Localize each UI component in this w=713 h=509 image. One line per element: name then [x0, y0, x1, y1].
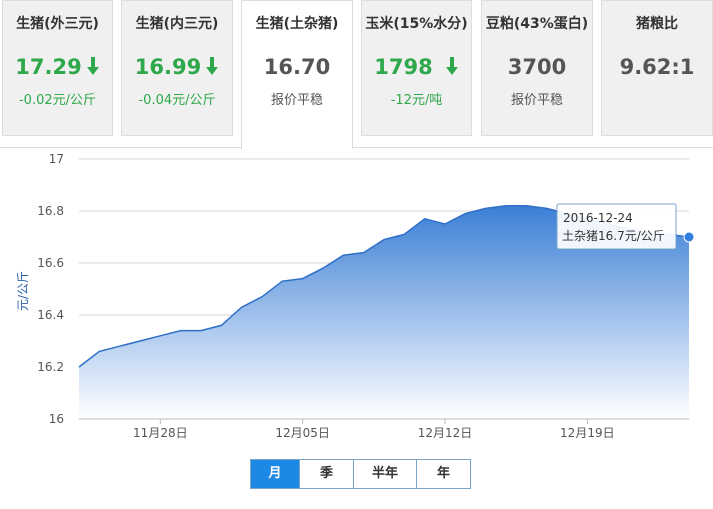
x-tick-label: 12月12日	[418, 426, 473, 440]
time-range-selector: 月 季 半年 年	[250, 459, 471, 489]
tab-title: 猪粮比	[636, 16, 678, 32]
down-arrow-icon	[86, 57, 99, 75]
y-tick-label: 16	[49, 412, 64, 426]
tab-price: 16.70	[263, 55, 331, 79]
price-chart-panel: 16 16.2 16.4 16.6 16.8 17 11月28日 12月05日 12月12日 1…	[0, 147, 713, 509]
x-tick-label: 12月05日	[275, 426, 330, 440]
tab-change: 报价平稳	[270, 93, 323, 108]
tooltip-date: 2016-12-24	[563, 211, 633, 225]
tab-price: 3700	[507, 55, 567, 79]
price-area-chart: 16 16.2 16.4 16.6 16.8 17 11月28日 12月05日 12月12日 1…	[16, 152, 695, 440]
tab-soybean-meal[interactable]: 豆粕(43%蛋白) 3700 报价平稳	[481, 0, 593, 136]
tab-pig-inner-ternary[interactable]: 生猪(内三元) 16.99 -0.04元/公斤	[121, 0, 233, 136]
tab-pig-mixed-breed[interactable]: 生猪(土杂猪) 16.70 报价平稳	[241, 0, 353, 149]
tab-change: -0.02元/公斤	[18, 93, 97, 108]
tooltip-value: 土杂猪16.7元/公斤	[562, 229, 665, 243]
tab-price: 16.99	[134, 55, 202, 79]
x-tick-label: 11月28日	[133, 426, 188, 440]
tab-hog-grain-ratio[interactable]: 猪粮比 9.62:1	[601, 0, 713, 136]
tab-change: 报价平稳	[510, 93, 563, 108]
tab-change: -12元/吨	[390, 93, 443, 108]
tab-pig-outer-ternary[interactable]: 生猪(外三元) 17.29 -0.02元/公斤	[2, 0, 113, 136]
range-year-button[interactable]: 年	[416, 460, 470, 488]
tab-price: 9.62:1	[619, 55, 695, 79]
y-tick-label: 17	[49, 152, 64, 166]
tab-price: 1798	[374, 55, 433, 79]
range-month-button[interactable]: 月	[251, 460, 299, 488]
y-tick-label: 16.8	[37, 204, 64, 218]
y-axis-label: 元/公斤	[16, 271, 30, 311]
down-arrow-icon	[445, 57, 458, 75]
y-tick-label: 16.4	[37, 308, 64, 322]
tab-title: 玉米(15%水分)	[365, 16, 468, 32]
tab-corn[interactable]: 玉米(15%水分) 1798 -12元/吨	[361, 0, 472, 136]
down-arrow-icon	[206, 57, 219, 75]
commodity-tabs: 生猪(外三元) 17.29 -0.02元/公斤 生猪(内三元) 16.99 -0…	[0, 0, 713, 149]
tab-change: -0.04元/公斤	[138, 93, 216, 108]
tab-title: 生猪(外三元)	[16, 16, 99, 32]
x-tick-label: 12月19日	[560, 426, 615, 440]
y-tick-label: 16.2	[37, 360, 64, 374]
range-quarter-button[interactable]: 季	[299, 460, 353, 488]
data-point[interactable]	[683, 231, 695, 243]
range-halfyear-button[interactable]: 半年	[353, 460, 416, 488]
y-tick-label: 16.6	[37, 256, 64, 270]
chart-tooltip: 2016-12-24 土杂猪16.7元/公斤	[556, 203, 677, 250]
tab-price: 17.29	[15, 55, 82, 79]
tab-title: 豆粕(43%蛋白)	[485, 16, 589, 32]
tab-title: 生猪(内三元)	[135, 16, 219, 32]
tab-title: 生猪(土杂猪)	[255, 16, 339, 32]
